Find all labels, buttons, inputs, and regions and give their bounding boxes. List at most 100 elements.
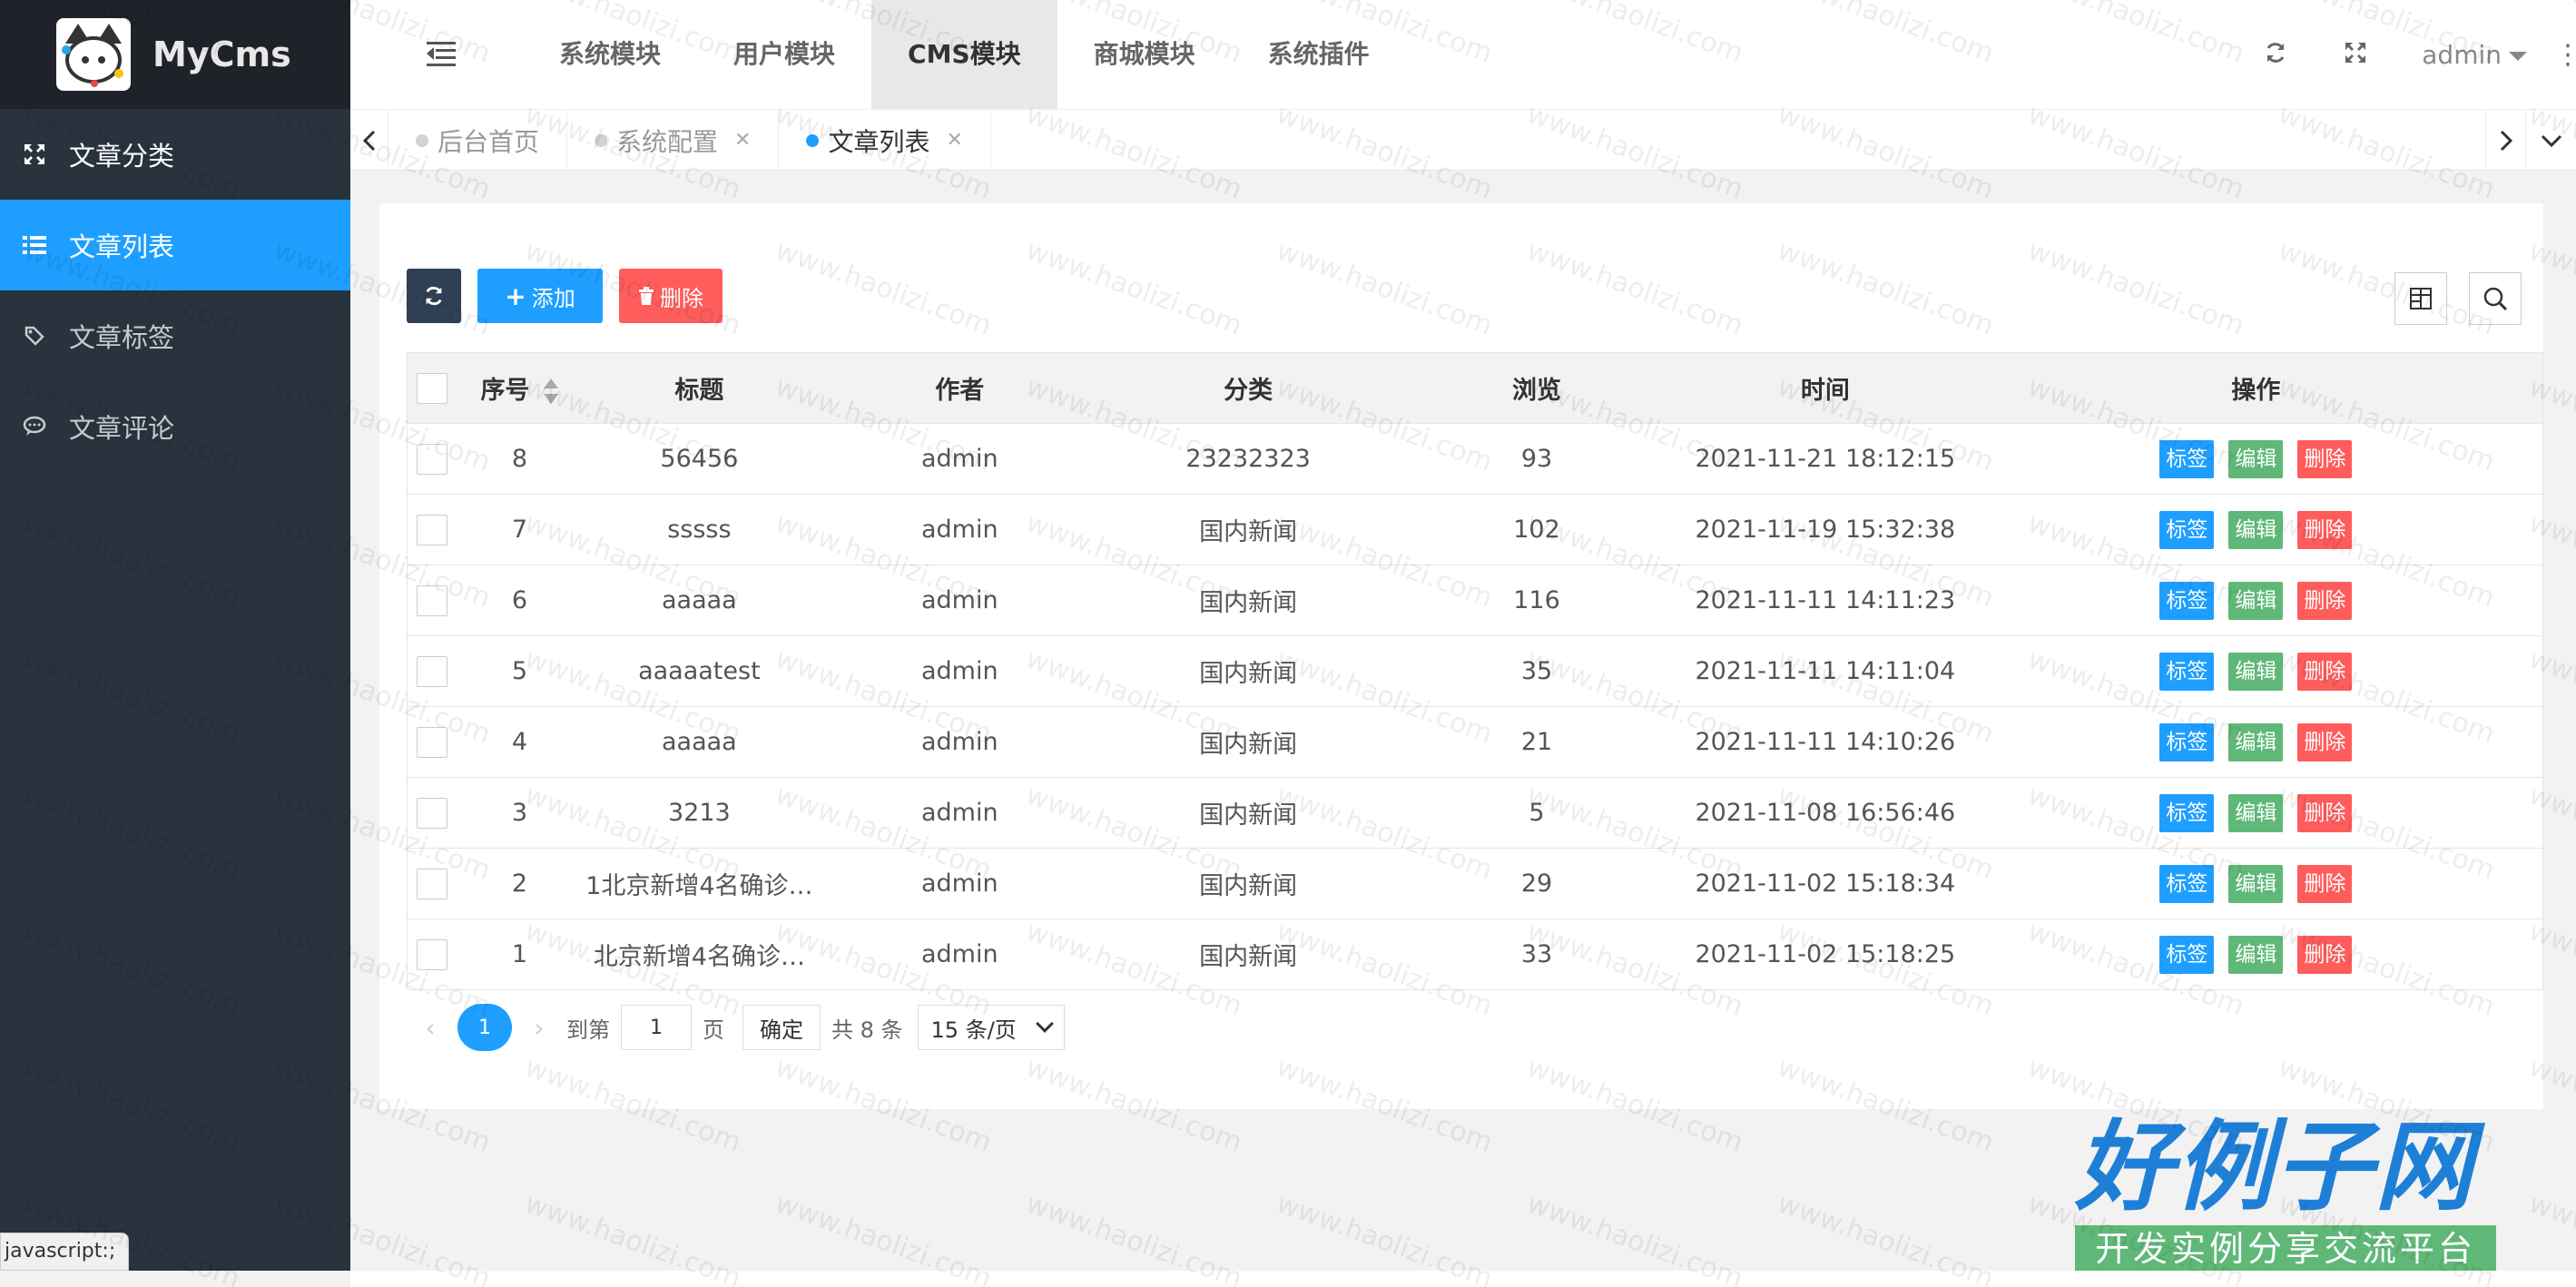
row-delete-button[interactable]: 删除 [2297,581,2353,620]
cell-time: 2021-11-02 15:18:34 [1680,848,1970,919]
cell-author: admin [815,494,1105,565]
table-row: 6 aaaaa admin 国内新闻 116 2021-11-11 14:11:23 标签编… [407,565,2543,636]
edit-button[interactable]: 编辑 [2228,439,2284,478]
cell-category: 23232323 [1104,423,1393,495]
edit-button[interactable]: 编辑 [2228,652,2284,691]
close-icon[interactable]: ✕ [946,129,962,152]
row-select-cell [407,919,457,990]
tag-button[interactable]: 标签 [2159,864,2215,903]
row-delete-button[interactable]: 删除 [2297,935,2353,974]
table-row: 1 北京新增4名确诊… admin 国内新闻 33 2021-11-02 15:18:25… [407,919,2543,990]
row-checkbox[interactable] [416,443,447,475]
cell-author: admin [815,777,1105,849]
next-page-icon[interactable]: › [523,1013,556,1043]
tag-button[interactable]: 标签 [2159,722,2215,761]
chevron-right-icon[interactable] [2485,110,2525,171]
tag-button[interactable]: 标签 [2159,439,2215,478]
edit-button[interactable]: 编辑 [2228,510,2284,549]
sidebar-item-article-comments[interactable]: 文章评论 [0,381,350,472]
comment-icon [22,414,47,439]
sort-icon[interactable] [544,378,559,406]
add-label: 添加 [531,285,575,311]
column-header-author: 作者 [815,352,1105,424]
tag-button[interactable]: 标签 [2159,935,2215,974]
row-delete-button[interactable]: 删除 [2297,439,2353,478]
refresh-button[interactable] [407,269,461,323]
search-button[interactable] [2469,272,2522,325]
edit-button[interactable]: 编辑 [2228,935,2284,974]
page-size-select[interactable]: 15 条/页 [917,1005,1065,1050]
sidebar-item-article-category[interactable]: 文章分类 [0,109,350,200]
sidebar-item-article-tags[interactable]: 文章标签 [0,290,350,381]
cell-views: 93 [1392,423,1681,495]
row-delete-button[interactable]: 删除 [2297,722,2353,761]
close-icon[interactable]: ✕ [734,129,751,152]
tab-article-list[interactable]: 文章列表 ✕ [779,110,991,171]
cell-id: 7 [456,494,584,565]
row-checkbox[interactable] [416,868,447,899]
edit-button[interactable]: 编辑 [2228,793,2284,832]
cell-views: 5 [1392,777,1681,849]
cell-actions: 标签 编辑 删除 [1969,565,2543,636]
module-user[interactable]: 用户模块 [697,0,871,109]
edit-button[interactable]: 编辑 [2228,722,2284,761]
delete-button[interactable]: 删除 [619,269,723,323]
row-checkbox[interactable] [416,797,447,829]
add-button[interactable]: + 添加 [477,269,603,323]
module-plugins[interactable]: 系统插件 [1232,0,1406,109]
select-all-checkbox[interactable] [416,372,447,404]
edit-button[interactable]: 编辑 [2228,864,2284,903]
goto-confirm-button[interactable]: 确定 [742,1005,821,1050]
cell-id: 2 [456,848,584,919]
user-menu[interactable]: admin [2422,40,2527,70]
page-size-value: 15 条/页 [930,1017,1017,1043]
cell-category: 国内新闻 [1104,919,1393,990]
row-delete-button[interactable]: 删除 [2297,864,2353,903]
status-bar-url: javascript:; [0,1233,130,1271]
current-page[interactable]: 1 [457,1004,512,1051]
row-delete-button[interactable]: 删除 [2297,793,2353,832]
tag-button[interactable]: 标签 [2159,510,2215,549]
row-delete-button[interactable]: 删除 [2297,510,2353,549]
cell-id: 3 [456,777,584,849]
tab-system-config[interactable]: 系统配置 ✕ [567,110,780,171]
tab-label: 系统配置 [616,126,719,157]
row-checkbox[interactable] [416,585,447,616]
cell-category: 国内新闻 [1104,848,1393,919]
menu-toggle-icon[interactable] [427,40,456,67]
row-checkbox[interactable] [416,938,447,970]
pagination: ‹ 1 › 到第 页 确定 共 8 条 15 条/页 [414,1004,1065,1051]
tabs-bar: 后台首页 系统配置 ✕ 文章列表 ✕ [350,109,2576,171]
more-icon[interactable]: ⋮ [2554,39,2576,71]
tag-button[interactable]: 标签 [2159,581,2215,620]
row-checkbox[interactable] [416,514,447,545]
tag-button[interactable]: 标签 [2159,793,2215,832]
cell-actions: 标签 编辑 删除 [1969,706,2543,778]
prev-page-icon[interactable]: ‹ [414,1013,447,1043]
chevron-left-icon[interactable] [350,110,388,171]
columns-filter-button[interactable] [2394,272,2447,325]
cell-actions: 标签 编辑 删除 [1969,777,2543,849]
cell-author: admin [815,848,1105,919]
module-shop[interactable]: 商城模块 [1057,0,1232,109]
column-header-title: 标题 [583,352,816,424]
row-select-cell [407,494,457,565]
column-header-id[interactable]: 序号 [456,352,584,424]
module-system[interactable]: 系统模块 [523,0,697,109]
refresh-icon[interactable] [2262,41,2289,68]
tab-home[interactable]: 后台首页 [388,110,568,171]
fullscreen-icon[interactable] [2342,41,2369,68]
row-delete-button[interactable]: 删除 [2297,652,2353,691]
edit-button[interactable]: 编辑 [2228,581,2284,620]
goto-page-input[interactable] [621,1005,692,1050]
cell-category: 国内新闻 [1104,494,1393,565]
row-checkbox[interactable] [416,726,447,758]
cell-time: 2021-11-19 15:32:38 [1680,494,1970,565]
chevron-down-icon[interactable] [2525,110,2576,171]
row-checkbox[interactable] [416,655,447,687]
module-cms[interactable]: CMS模块 [871,0,1057,109]
sidebar-item-article-list[interactable]: 文章列表 [0,200,350,290]
cell-author: admin [815,565,1105,636]
tag-button[interactable]: 标签 [2159,652,2215,691]
logo[interactable]: MyCms [0,0,350,109]
